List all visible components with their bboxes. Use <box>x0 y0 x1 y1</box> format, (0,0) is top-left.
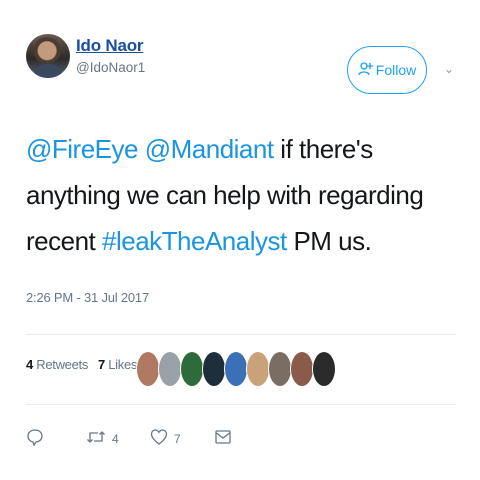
retweets-count[interactable]: 4 <box>26 357 33 372</box>
follow-person-plus-icon <box>358 61 374 79</box>
tweet-menu-caret[interactable]: ⌄ <box>442 62 456 76</box>
author-avatar[interactable] <box>26 34 70 78</box>
reply-icon <box>26 428 44 449</box>
retweet-action[interactable]: 4 <box>86 428 119 449</box>
tweet-text-segment: PM us. <box>286 226 372 256</box>
follow-button[interactable]: Follow <box>347 46 427 94</box>
liker-avatar[interactable] <box>202 351 226 387</box>
author-handle[interactable]: @IdoNaor1 <box>76 60 145 75</box>
heart-icon <box>150 428 168 449</box>
liker-avatar[interactable] <box>224 351 248 387</box>
tweet-text-segment <box>138 134 145 164</box>
tweet-timestamp[interactable]: 2:26 PM - 31 Jul 2017 <box>26 290 149 305</box>
liker-avatar[interactable] <box>268 351 292 387</box>
like-action[interactable]: 7 <box>150 428 181 449</box>
liker-avatar[interactable] <box>312 351 336 387</box>
retweet-count: 4 <box>112 431 119 446</box>
divider-top <box>26 334 456 335</box>
liker-avatar[interactable] <box>290 351 314 387</box>
follow-label: Follow <box>375 62 417 78</box>
direct-message-icon <box>214 428 232 449</box>
author-name[interactable]: Ido Naor <box>76 36 144 56</box>
tweet-text: @FireEye @Mandiant if there's anything w… <box>26 126 466 264</box>
retweets-label[interactable]: Retweets <box>36 357 88 372</box>
divider-bottom <box>26 404 456 405</box>
mention-mandiant[interactable]: @Mandiant <box>145 134 274 164</box>
liker-avatar[interactable] <box>136 351 160 387</box>
liker-avatar[interactable] <box>158 351 182 387</box>
reply-action[interactable] <box>26 428 44 449</box>
direct-message-action[interactable] <box>214 428 232 449</box>
tweet-actions: 4 7 <box>26 428 326 448</box>
retweet-icon <box>86 428 106 449</box>
mention-fireeye[interactable]: @FireEye <box>26 134 138 164</box>
hashtag-leaktheanalyst[interactable]: #leakTheAnalyst <box>102 226 287 256</box>
engagement-stats: 4 Retweets 7 Likes <box>26 357 137 372</box>
likes-count[interactable]: 7 <box>98 357 105 372</box>
liker-avatar[interactable] <box>246 351 270 387</box>
like-count: 7 <box>174 431 181 446</box>
liker-avatar[interactable] <box>180 351 204 387</box>
likes-label[interactable]: Likes <box>108 357 137 372</box>
